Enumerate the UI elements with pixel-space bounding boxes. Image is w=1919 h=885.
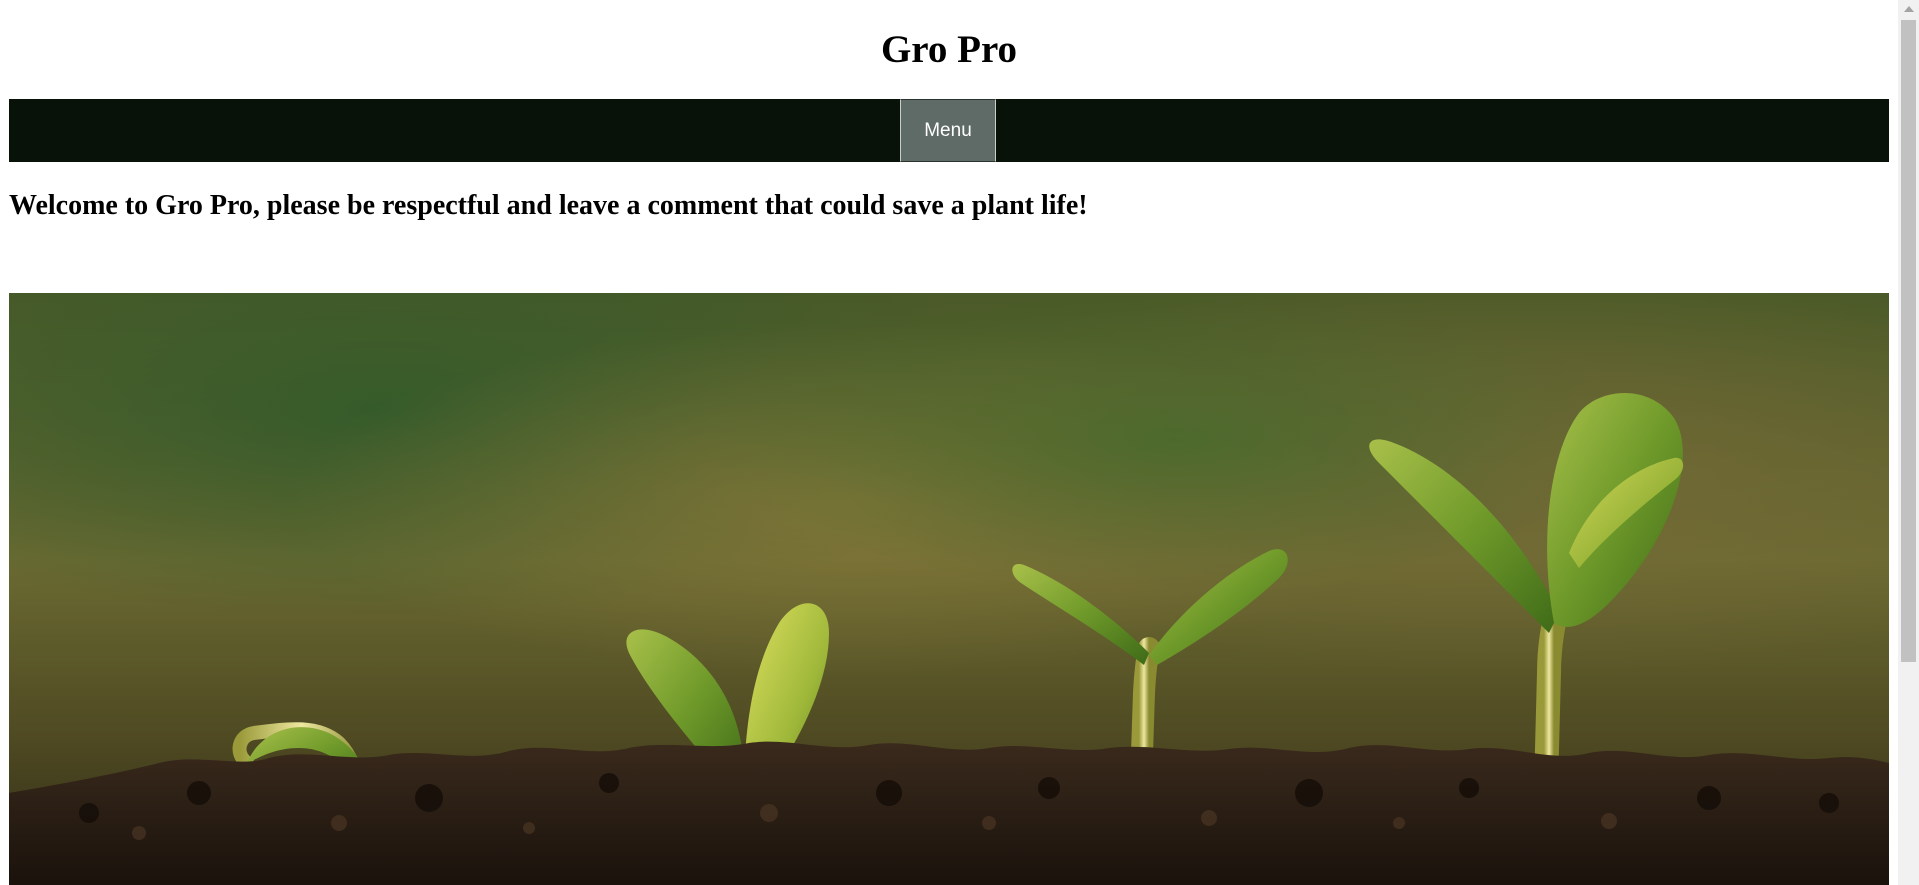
vertical-scrollbar[interactable] — [1898, 0, 1919, 885]
welcome-heading: Welcome to Gro Pro, please be respectful… — [9, 190, 1088, 221]
menu-button[interactable]: Menu — [900, 99, 996, 162]
scroll-up-arrow-icon[interactable] — [1904, 6, 1914, 12]
scrollbar-thumb[interactable] — [1901, 20, 1916, 662]
seedlings-illustration — [9, 293, 1889, 885]
page-content: Gro Pro Menu Welcome to Gro Pro, please … — [9, 0, 1889, 885]
hero-image — [9, 293, 1889, 885]
page: Gro Pro Menu Welcome to Gro Pro, please … — [0, 0, 1919, 885]
navbar: Menu — [9, 99, 1889, 162]
site-title: Gro Pro — [880, 28, 1018, 71]
